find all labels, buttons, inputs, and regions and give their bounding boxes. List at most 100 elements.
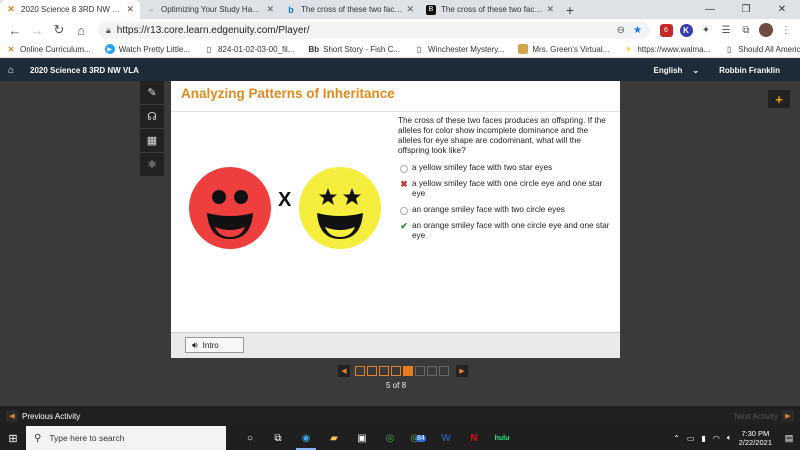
add-button[interactable]: + [768,90,790,108]
document-icon: ▯ [206,44,212,54]
window-controls: — ❐ ✕ [692,0,800,19]
next-activity-link[interactable]: Next Activity [734,412,778,421]
answer-option[interactable]: an orange smiley face with two circle ey… [398,205,613,215]
next-page-arrow[interactable]: ▶ [456,365,468,377]
answer-option[interactable]: a yellow smiley face with two star eyes [398,163,613,173]
address-bar[interactable]: 🔒︎ https://r13.core.learn.edgenuity.com/… [98,21,650,39]
intro-button[interactable]: 🔊︎ Intro [185,337,244,353]
page-box-6[interactable] [415,366,425,376]
bookmark-item[interactable]: Bb Short Story - Fish C... [308,44,400,54]
netflix-icon[interactable]: N [460,426,488,450]
page-box-8[interactable] [439,366,449,376]
previous-activity-link[interactable]: Previous Activity [22,412,80,421]
bing-icon: b [288,4,294,15]
file-explorer-icon[interactable]: ▰ [320,426,348,450]
user-name[interactable]: Robbin Franklin [719,66,780,75]
new-tab-button[interactable]: + [560,0,580,19]
calculator-icon[interactable]: ▦ [140,129,164,152]
edge-icon[interactable]: ◉ [292,426,320,450]
extension-k-icon[interactable]: K [676,20,696,40]
taskbar-search[interactable]: ⚲ Type here to search [26,426,226,450]
answer-option[interactable]: ✔ an orange smiley face with one circle … [398,221,613,241]
page-box-7[interactable] [427,366,437,376]
battery-icon[interactable]: ▮ [701,434,705,443]
bookmark-item[interactable]: ✳ https://www.walma... [623,44,710,54]
pencil-icon[interactable]: ✎ [140,81,164,104]
extension-red-icon[interactable]: 6 [656,20,676,40]
windows-start-icon[interactable]: ⊞ [0,426,26,450]
activity-title: Analyzing Patterns of Inheritance [181,86,395,101]
bookmark-item[interactable]: ▯ 824-01-02-03-00_fil... [204,44,295,54]
close-icon[interactable]: ✕ [406,4,414,15]
bookmark-item[interactable]: ✕ Online Curriculum... [6,44,91,54]
bookmarks-bar: ✕ Online Curriculum... ▶ Watch Pretty Li… [0,41,800,58]
hulu-icon[interactable]: hulu [488,426,516,450]
home-button[interactable]: ⌂ [70,19,92,41]
bookmark-item[interactable]: ▯ Winchester Mystery... [414,44,505,54]
extensions-icon[interactable]: ✦ [696,20,716,40]
answer-option[interactable]: ✖ a yellow smiley face with one circle e… [398,179,613,199]
close-icon[interactable]: ✕ [546,4,554,15]
browser-tab-study-habits[interactable]: ▫ Optimizing Your Study Habits: Ti ✕ [140,0,280,19]
bookmark-label: Winchester Mystery... [428,44,505,54]
page-navigator: ◀ ▶ [333,365,473,377]
radio-icon [398,163,410,173]
forward-button[interactable]: → [26,19,48,41]
page-box-4[interactable] [391,366,401,376]
bookmark-star-icon[interactable]: ★ [633,25,642,36]
notifications-icon[interactable]: ▤ [782,431,796,445]
language-select[interactable]: English [654,66,683,75]
page-box-2[interactable] [367,366,377,376]
atom-icon[interactable]: ⚛ [140,153,164,176]
bookmark-label: Watch Pretty Little... [118,44,190,54]
bookmark-label: Mrs. Green's Virtual... [532,44,610,54]
maximize-icon[interactable]: ❐ [728,0,764,19]
close-icon[interactable]: ✕ [126,4,134,15]
tab-title: Optimizing Your Study Habits: Ti [161,5,262,14]
chrome-icon[interactable]: ◎ [376,426,404,450]
browser-tab-edgenuity[interactable]: ✕ 2020 Science 8 3RD NW VLA - Ed ✕ [0,0,140,19]
profile-avatar[interactable] [756,20,776,40]
headphones-icon[interactable]: ☊ [140,105,164,128]
page-icon: ▫ [149,4,153,15]
page-box-3[interactable] [379,366,389,376]
previous-activity-arrow[interactable]: ◀ [6,410,18,422]
browser-tab-brainly[interactable]: B The cross of these two faces pro ✕ [420,0,560,19]
chevron-up-icon[interactable]: ⌃ [673,434,680,443]
volume-icon[interactable]: 🔈︎ [727,433,732,443]
search-icon: ⚲ [34,432,42,444]
reload-button[interactable]: ↻ [48,19,70,41]
browser-tab-bing[interactable]: b The cross of these two faces pro ✕ [280,0,420,19]
app-header: ⌂ 2020 Science 8 3RD NW VLA English ⌄ Ro… [0,59,800,81]
bookmark-label: Online Curriculum... [20,44,91,54]
store-icon[interactable]: ▣ [348,426,376,450]
close-icon[interactable]: ✕ [266,4,274,15]
reading-list-icon[interactable]: ☰ [716,20,736,40]
zoom-icon[interactable]: ⊖ [617,25,625,36]
minimize-icon[interactable]: — [692,0,728,19]
clock-time: 7:30 PM [741,429,770,438]
intro-label: Intro [202,340,219,350]
clock[interactable]: 7:30 PM 2/22/2021 [739,429,772,447]
task-view-icon[interactable]: ⧉ [264,426,292,450]
back-button[interactable]: ← [4,19,26,41]
menu-icon[interactable]: ⋮ [776,20,796,40]
bookmark-item[interactable]: ▯ Should All America... [724,44,800,54]
walmart-icon: ✳ [624,44,632,54]
home-icon[interactable]: ⌂ [0,65,22,76]
word-icon[interactable]: W [432,426,460,450]
collections-icon[interactable]: ⧉ [736,20,756,40]
previous-page-arrow[interactable]: ◀ [338,365,350,377]
cortana-icon[interactable]: ○ [236,426,264,450]
page-box-1[interactable] [355,366,365,376]
page-box-5[interactable] [403,366,413,376]
wifi-icon[interactable]: ◠ [713,434,720,443]
bookmark-item[interactable]: Mrs. Green's Virtual... [518,44,609,54]
next-activity-arrow[interactable]: ▶ [782,410,794,422]
network-icon[interactable]: ▭ [687,434,695,443]
close-window-icon[interactable]: ✕ [764,0,800,19]
option-label: an orange smiley face with two circle ey… [412,205,565,214]
chevron-down-icon[interactable]: ⌄ [692,66,699,75]
bookmark-item[interactable]: ▶ Watch Pretty Little... [104,44,190,54]
chrome-badge-icon[interactable]: ◎ 84 [404,426,432,450]
